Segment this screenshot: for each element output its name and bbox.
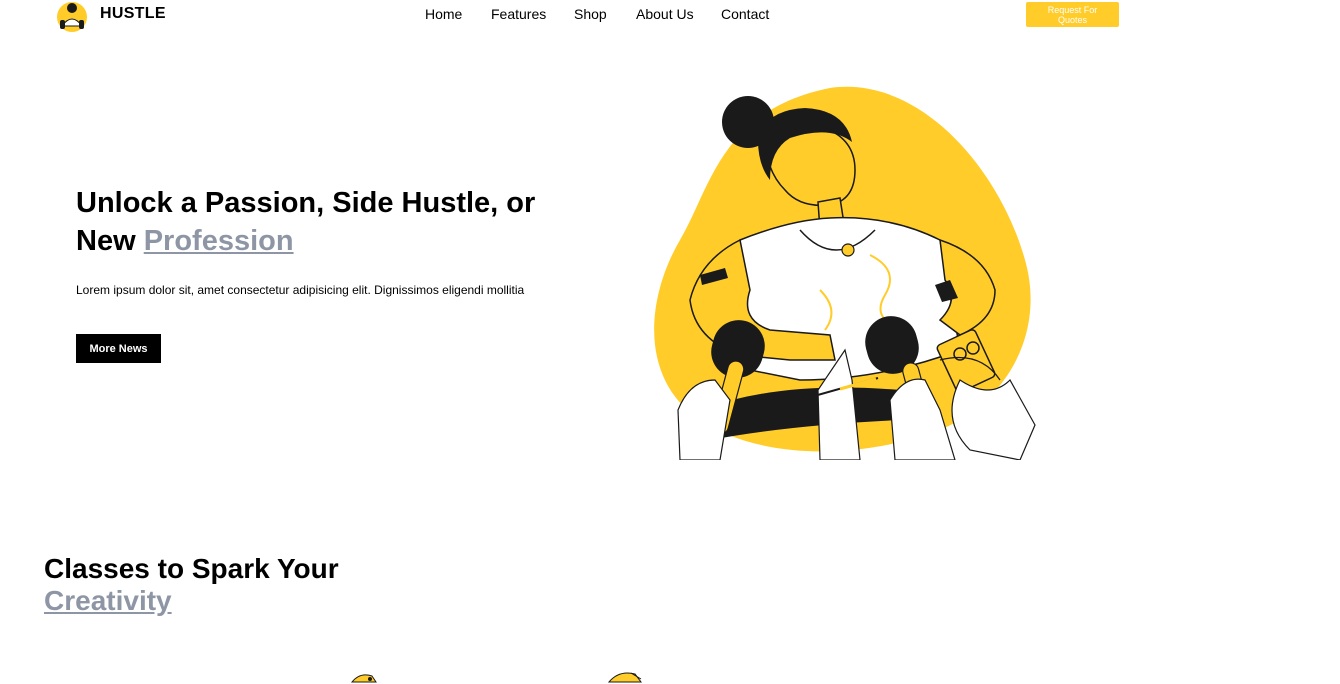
classes-section-title: Classes to Spark Your Creativity	[44, 553, 344, 617]
woman-interview-microphones-illustration	[654, 86, 1036, 460]
nav-features-link[interactable]: Features	[491, 6, 546, 22]
classes-title-text: Classes to Spark Your	[44, 553, 339, 584]
hero-title: Unlock a Passion, Side Hustle, or New Pr…	[76, 184, 556, 260]
nav-home-link[interactable]: Home	[425, 6, 462, 22]
nav-contact-link[interactable]: Contact	[721, 6, 769, 22]
top-navbar: HUSTLE Home Features Shop About Us Conta…	[0, 0, 1340, 32]
class-card-icon	[607, 672, 642, 683]
request-quotes-button[interactable]: Request For Quotes	[1026, 2, 1119, 27]
hustle-logo-icon[interactable]	[52, 0, 92, 32]
hero-title-highlight: Profession	[143, 225, 294, 257]
nav-shop-link[interactable]: Shop	[574, 6, 607, 22]
brand-name[interactable]: HUSTLE	[100, 5, 166, 23]
nav-about-us-link[interactable]: About Us	[636, 6, 694, 22]
classes-title-highlight: Creativity	[44, 585, 172, 616]
class-card-icon	[350, 674, 377, 683]
hero-description: Lorem ipsum dolor sit, amet consectetur …	[76, 283, 525, 297]
more-news-button[interactable]: More News	[76, 334, 161, 363]
